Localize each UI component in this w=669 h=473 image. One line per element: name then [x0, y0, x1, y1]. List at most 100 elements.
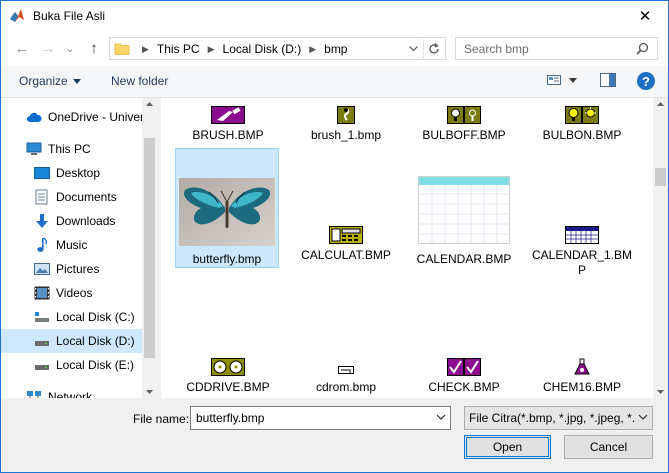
address-dropdown-button[interactable]	[405, 39, 421, 58]
sidebar-scrollbar[interactable]	[142, 98, 157, 398]
pictures-icon	[34, 261, 50, 277]
sidebar-item-downloads[interactable]: Downloads	[1, 209, 142, 233]
breadcrumb-this-pc[interactable]: This PC	[157, 42, 200, 56]
sidebar-item-label: Music	[56, 238, 88, 252]
search-icon	[636, 42, 649, 55]
dialog-footer: File name: butterfly.bmp File Citra(*.bm…	[1, 398, 668, 472]
bulb-off-icon	[447, 104, 481, 124]
file-name-field[interactable]: butterfly.bmp	[190, 406, 451, 430]
drive-icon	[34, 309, 50, 325]
dropdown-arrow-icon	[569, 77, 577, 83]
navigation-pane: OneDrive - Univer This PC Desktop Docume…	[1, 98, 157, 398]
calendar-small-icon	[565, 224, 599, 244]
preview-pane-button[interactable]	[600, 73, 616, 90]
file-name-value: butterfly.bmp	[196, 411, 265, 425]
cancel-button[interactable]: Cancel	[564, 435, 653, 459]
calendar-icon	[418, 174, 510, 244]
new-folder-button[interactable]: New folder	[111, 74, 168, 88]
sidebar-item-pictures[interactable]: Pictures	[1, 257, 142, 281]
cdrom-icon	[337, 356, 355, 376]
file-name: CALENDAR.BMP	[416, 252, 512, 266]
sidebar-item-label: Local Disk (D:)	[56, 334, 135, 348]
back-arrow-icon: ←	[14, 39, 30, 57]
bulb-on-icon	[565, 104, 599, 124]
flask-icon	[574, 356, 590, 376]
help-button[interactable]: ?	[637, 72, 655, 90]
file-item[interactable]: CALENDAR.BMP	[412, 174, 516, 267]
preview-pane-icon	[600, 73, 616, 87]
file-name: CHECK.BMP	[428, 380, 500, 394]
sidebar-item-documents[interactable]: Documents	[1, 185, 142, 209]
file-item[interactable]: BULBON.BMP	[530, 104, 634, 143]
documents-icon	[34, 189, 50, 205]
cd-drive-icon	[211, 356, 245, 376]
file-type-value: File Citra(*.bmp, *.jpg, *.jpeg, *.	[469, 411, 635, 425]
file-grid-scrollbar[interactable]	[653, 98, 668, 398]
address-bar[interactable]: ▶ This PC ▶ Local Disk (D:) ▶ bmp	[109, 37, 446, 60]
open-button-label: Open	[492, 440, 523, 454]
sidebar-item-label: This PC	[48, 142, 91, 156]
file-item[interactable]: CDDRIVE.BMP	[176, 356, 280, 395]
sidebar-item-network[interactable]: Network	[1, 385, 142, 398]
check-icon	[447, 356, 481, 376]
file-type-select[interactable]: File Citra(*.bmp, *.jpg, *.jpeg, *.	[464, 406, 653, 430]
brush-small-icon	[337, 104, 355, 124]
sidebar-item-this-pc[interactable]: This PC	[1, 137, 142, 161]
search-placeholder: Search bmp	[464, 42, 529, 56]
file-item[interactable]: cdrom.bmp	[294, 356, 398, 395]
sidebar-scroll-thumb[interactable]	[144, 138, 155, 358]
close-button[interactable]: ✕	[622, 1, 668, 31]
search-input[interactable]: Search bmp	[455, 37, 658, 60]
downloads-icon	[34, 213, 50, 229]
scroll-up-icon	[146, 102, 153, 106]
sidebar-item-onedrive[interactable]: OneDrive - Univer	[1, 105, 142, 129]
organize-menu-button[interactable]: Organize	[19, 74, 81, 88]
sidebar-item-label: Downloads	[56, 214, 116, 228]
back-button[interactable]: ←	[12, 38, 32, 58]
file-grid-scroll-thumb[interactable]	[655, 168, 666, 186]
file-item[interactable]: brush_1.bmp	[294, 104, 398, 143]
file-name: cdrom.bmp	[315, 380, 377, 394]
file-name: butterfly.bmp	[192, 252, 262, 266]
file-name: CALCULAT.BMP	[301, 248, 391, 262]
up-arrow-icon: ↑	[90, 39, 98, 57]
sidebar-item-music[interactable]: Music	[1, 233, 142, 257]
desktop-icon	[34, 165, 50, 181]
open-button[interactable]: Open	[464, 435, 551, 459]
sidebar-item-label: OneDrive - Univer	[48, 110, 142, 124]
file-name: BULBOFF.BMP	[422, 128, 506, 142]
organize-label: Organize	[19, 74, 68, 88]
file-item[interactable]: BULBOFF.BMP	[412, 104, 516, 143]
sidebar-item-label: Network	[48, 390, 93, 398]
file-item[interactable]: CHECK.BMP	[412, 356, 516, 395]
file-item[interactable]: CALCULAT.BMP	[294, 224, 398, 263]
breadcrumb-bmp[interactable]: bmp	[324, 42, 347, 56]
sidebar-item-local-disk-e[interactable]: Local Disk (E:)	[1, 353, 142, 377]
sidebar-item-videos[interactable]: Videos	[1, 281, 142, 305]
up-button[interactable]: ↑	[84, 38, 104, 58]
network-icon	[26, 389, 42, 398]
refresh-button[interactable]	[423, 39, 443, 58]
file-name: CHEM16.BMP	[542, 380, 622, 394]
scroll-down-icon	[657, 390, 664, 394]
file-item[interactable]: BRUSH.BMP	[176, 104, 280, 143]
scroll-up-icon	[657, 102, 664, 106]
sidebar-item-local-disk-d[interactable]: Local Disk (D:)	[1, 329, 142, 353]
breadcrumb-local-disk-d[interactable]: Local Disk (D:)	[223, 42, 302, 56]
cloud-icon	[26, 109, 42, 125]
breadcrumb-chevron-icon: ▶	[207, 43, 215, 54]
recent-locations-button[interactable]: ⌄	[63, 38, 77, 58]
sidebar-item-label: Documents	[56, 190, 117, 204]
dropdown-arrow-icon	[72, 78, 81, 84]
file-item[interactable]: CHEM16.BMP	[530, 356, 634, 395]
file-name: brush_1.bmp	[310, 128, 382, 142]
chevron-down-icon[interactable]	[436, 412, 446, 422]
sidebar-item-desktop[interactable]: Desktop	[1, 161, 142, 185]
change-view-button[interactable]	[547, 73, 577, 87]
file-item-selected[interactable]: butterfly.bmp	[175, 148, 279, 268]
forward-button[interactable]: →	[38, 38, 58, 58]
sidebar-item-local-disk-c[interactable]: Local Disk (C:)	[1, 305, 142, 329]
sidebar-item-label: Pictures	[56, 262, 100, 276]
file-item[interactable]: CALENDAR_1.BMP	[530, 224, 634, 278]
sidebar-item-label: Local Disk (E:)	[56, 358, 135, 372]
